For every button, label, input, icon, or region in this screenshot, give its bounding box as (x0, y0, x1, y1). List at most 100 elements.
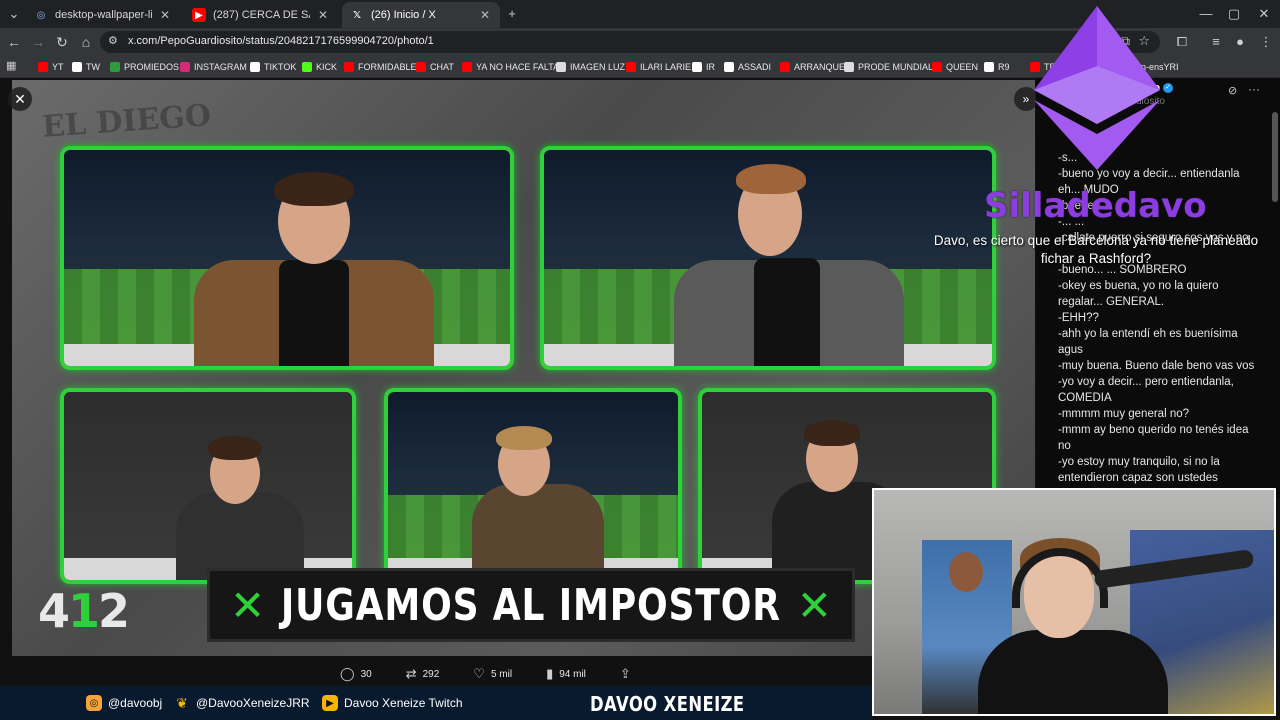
tweet-text-line: -okey es buena, yo no la quiero (1058, 280, 1219, 292)
bookmark-item[interactable]: TIKTOK (250, 59, 296, 75)
maximize-icon[interactable]: ▢ (1224, 4, 1244, 24)
bookmark-favicon-icon (780, 62, 790, 72)
views-button[interactable]: ▮ 94 mil (546, 666, 586, 682)
bookmark-item[interactable]: TW (72, 59, 100, 75)
bookmark-label: ILARI LARIE (640, 62, 692, 72)
bookmark-item[interactable]: YT (38, 59, 64, 75)
close-photo-button[interactable]: ✕ (8, 87, 32, 111)
bookmark-item[interactable]: R9 (984, 59, 1010, 75)
bookmark-item[interactable]: ARRANQUE (780, 59, 845, 75)
url-text: x.com/PepoGuardiosito/status/20482171765… (128, 35, 434, 47)
bookmark-label: KICK (316, 62, 338, 72)
site-info-icon[interactable]: ⚙ (108, 34, 118, 47)
scrollbar[interactable] (1272, 112, 1278, 202)
bookmark-label: YA NO HACE FALTA (476, 62, 560, 72)
stream-title: DAVOO XENEIZE (590, 692, 745, 716)
more-options-icon[interactable]: ··· (1248, 82, 1260, 96)
bookmark-item[interactable]: INSTAGRAM (180, 59, 247, 75)
tab-label: (26) Inicio / X (371, 9, 436, 21)
tab-youtube[interactable]: ▶ (287) CERCA DE SALIR CAMPEÓN ✕ (184, 2, 338, 28)
bookmark-item[interactable]: ASSADI (724, 59, 771, 75)
bookmark-item[interactable]: KICK (302, 59, 337, 75)
bookmark-item[interactable]: PRODE MUNDIAL (844, 59, 933, 75)
repost-button[interactable]: ⇄ 292 (406, 666, 440, 682)
bookmark-favicon-icon (416, 62, 426, 72)
share-icon: ⇪ (619, 666, 631, 681)
stream-footer: ◎ @davoobj ❦ @DavooXeneizeJRR ▶ Davoo Xe… (0, 686, 872, 720)
bookmark-favicon-icon (724, 62, 734, 72)
forward-icon[interactable]: → (28, 32, 48, 52)
bookmark-favicon-icon (180, 62, 190, 72)
bookmark-favicon-icon (932, 62, 942, 72)
x-mark-icon: ✕ (230, 582, 266, 629)
close-window-icon[interactable]: ✕ (1254, 4, 1274, 24)
profile-avatar[interactable]: ● (1230, 32, 1250, 52)
grok-icon[interactable]: ⊘ (1228, 84, 1237, 97)
reply-button[interactable]: ◯ 30 (340, 666, 372, 682)
bookmark-label: ARRANQUE (794, 62, 846, 72)
like-button[interactable]: ♡ 5 mil (473, 666, 512, 682)
bookmark-item[interactable]: QUEEN (932, 59, 978, 75)
heart-icon: ♡ (473, 666, 485, 681)
bookmark-favicon-icon (692, 62, 702, 72)
bookmark-label: IMAGEN LUZ (570, 62, 626, 72)
x-logo-icon: 𝕏 (352, 9, 362, 21)
bookmark-label: YT (52, 62, 64, 72)
bookmark-label: FORMIDABLE (358, 62, 417, 72)
tweet-text-line: COMEDIA (1058, 392, 1112, 404)
bookmark-item[interactable]: YA NO HACE FALTA (462, 59, 559, 75)
reload-icon[interactable]: ↻ (52, 32, 72, 52)
youtube-channel: ▶ Davoo Xeneize Twitch (322, 695, 463, 711)
tab-wallpaper[interactable]: ◎ desktop-wallpaper-light-yellow ✕ (26, 2, 180, 28)
tweet-text-line: -yo estoy muy tranquilo, si no la (1058, 456, 1220, 468)
bookmark-label: CHAT (430, 62, 454, 72)
video-frame-host (60, 146, 514, 370)
back-icon[interactable]: ← (4, 32, 24, 52)
tweet-text-line: -ahh yo la entendí eh es buenísima (1058, 328, 1238, 340)
bookmark-item[interactable]: CHAT (416, 59, 454, 75)
reading-list-icon[interactable]: ≡ (1206, 32, 1226, 52)
engagement-bar: ◯ 30 ⇄ 292 ♡ 5 mil ▮ 94 mil ⇪ (340, 664, 720, 684)
share-button[interactable]: ⇪ (620, 666, 631, 682)
bookmark-favicon-icon (984, 62, 994, 72)
bookmark-label: TW (86, 62, 100, 72)
extensions-icon[interactable]: ⧠ (1172, 32, 1192, 52)
bookmark-favicon-icon (250, 62, 260, 72)
tweet-text-line: agus (1058, 344, 1083, 356)
streamer-webcam (872, 488, 1276, 716)
tweet-text-line: -mmm ay beno querido no tenés idea (1058, 424, 1249, 436)
bookmark-item[interactable]: IMAGEN LUZ (556, 59, 625, 75)
bookmark-item[interactable]: ILARI LARIE (626, 59, 691, 75)
instagram-handle: ◎ @davoobj (86, 695, 162, 711)
tweet-text-line: -mmmm muy general no? (1058, 408, 1190, 420)
close-tab-icon[interactable]: ✕ (316, 8, 330, 22)
apps-grid-icon[interactable]: ▦ (6, 59, 20, 73)
close-tab-icon[interactable]: ✕ (158, 8, 172, 22)
bookmark-item[interactable]: PROMIEDOS (110, 59, 179, 75)
minimize-icon[interactable]: — (1196, 4, 1216, 24)
new-tab-button[interactable]: + (502, 4, 522, 24)
tab-search-button[interactable]: ⌄ (4, 4, 24, 24)
video-frame-left (60, 388, 356, 584)
home-icon[interactable]: ⌂ (76, 32, 96, 52)
tab-label: (287) CERCA DE SALIR CAMPEÓN (213, 9, 310, 21)
alert-message: Davo, es cierto que el Barcelona ya no t… (933, 233, 1259, 266)
wall-graffiti-text: EL DIEGO (40, 98, 213, 145)
bookmark-label: TIKTOK (264, 62, 297, 72)
bookmark-favicon-icon (110, 62, 120, 72)
bookmark-favicon-icon (302, 62, 312, 72)
youtube-icon: ▶ (322, 695, 338, 711)
bookmark-label: PRODE MUNDIAL (858, 62, 934, 72)
bookmark-favicon-icon (626, 62, 636, 72)
bookmark-label: PROMIEDOS (124, 62, 180, 72)
x-mark-icon: ✕ (796, 582, 832, 629)
bookmark-item[interactable]: IR (692, 59, 715, 75)
address-bar[interactable]: ⚙ x.com/PepoGuardiosito/status/204821717… (100, 31, 1160, 53)
bookmark-item[interactable]: FORMIDABLE (344, 59, 417, 75)
tab-x-home[interactable]: 𝕏 (26) Inicio / X ✕ (342, 2, 500, 28)
banner-text: JUGAMOS AL IMPOSTOR (281, 579, 781, 631)
ethereum-logo-icon (1034, 6, 1160, 170)
tab-label: desktop-wallpaper-light-yellow (55, 9, 152, 21)
close-tab-icon[interactable]: ✕ (478, 8, 492, 22)
menu-kebab-icon[interactable]: ⋮ (1256, 32, 1276, 52)
